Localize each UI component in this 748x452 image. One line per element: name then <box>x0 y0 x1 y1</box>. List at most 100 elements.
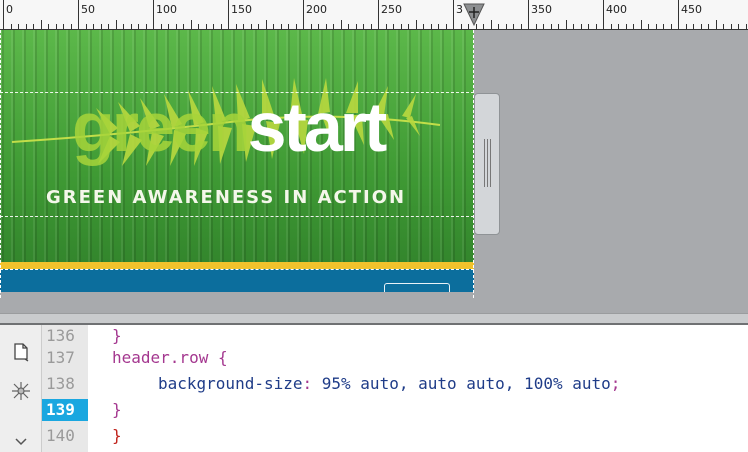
file-icon[interactable] <box>10 341 32 363</box>
line-number-gutter: 136 137 138 139 140 <box>42 325 88 452</box>
ruler-tick <box>558 24 559 29</box>
line-number: 140 <box>46 426 75 445</box>
design-view[interactable]: greenstart GREEN AWARENESS IN ACTION <box>0 30 748 313</box>
closing-brace: } <box>112 426 122 445</box>
ruler-tick <box>438 24 439 29</box>
ruler-tick <box>536 24 537 29</box>
ruler-tick <box>348 24 349 29</box>
code-line-139[interactable]: } <box>112 399 122 421</box>
css-selector: header.row <box>112 348 209 367</box>
ruler-tick <box>93 24 94 29</box>
ruler-tick <box>191 20 192 29</box>
tagline: GREEN AWARENESS IN ACTION <box>46 187 407 208</box>
ruler-tick <box>206 24 207 29</box>
ruler-tick <box>341 20 342 29</box>
ruler-tick <box>183 24 184 29</box>
navigation-bar[interactable] <box>0 269 474 292</box>
code-toolbar <box>0 325 42 452</box>
ruler-tick <box>543 24 544 29</box>
code-line-137[interactable]: header.row { <box>112 347 228 369</box>
ruler-label: 400 <box>606 3 627 16</box>
ruler-label: 0 <box>6 3 13 16</box>
line-number: 137 <box>46 348 75 367</box>
ruler-tick <box>723 24 724 29</box>
ruler-tick <box>498 24 499 29</box>
ruler-tick <box>86 24 87 29</box>
ruler-tick <box>161 24 162 29</box>
ruler-tick <box>701 24 702 29</box>
code-line-140[interactable]: } <box>112 425 122 447</box>
ruler-tick <box>243 24 244 29</box>
ruler-tick <box>78 0 79 29</box>
ruler-tick <box>588 24 589 29</box>
ruler-tick <box>596 24 597 29</box>
ruler-tick <box>648 24 649 29</box>
ruler-tick <box>41 20 42 29</box>
ruler-tick <box>356 24 357 29</box>
ruler-tick <box>446 24 447 29</box>
ruler-tick <box>408 24 409 29</box>
ruler-tick <box>678 0 679 29</box>
ruler-tick <box>618 24 619 29</box>
ruler-position-marker-icon[interactable] <box>463 3 485 27</box>
css-property: background-size <box>158 374 303 393</box>
ruler-tick <box>101 24 102 29</box>
ruler-label: 250 <box>381 3 402 16</box>
code-line-136[interactable]: } <box>112 325 122 347</box>
ruler-tick <box>686 24 687 29</box>
ruler-tick <box>258 24 259 29</box>
ruler-tick <box>71 24 72 29</box>
horizontal-ruler[interactable]: 0 50 100 150 200 250 3 350 400 450 <box>0 0 748 30</box>
greenstart-logo: greenstart <box>72 92 387 162</box>
ruler-tick <box>236 24 237 29</box>
ruler-tick <box>326 24 327 29</box>
page-canvas[interactable]: greenstart GREEN AWARENESS IN ACTION <box>0 30 476 298</box>
ruler-tick <box>108 24 109 29</box>
logo-green-text: green <box>72 88 251 166</box>
ruler-tick <box>311 24 312 29</box>
ruler-label: 50 <box>81 3 95 16</box>
resize-handle[interactable] <box>474 93 500 235</box>
ruler-tick <box>738 24 739 29</box>
chevron-down-icon[interactable] <box>10 435 32 449</box>
opening-brace: { <box>208 348 228 367</box>
line-number-active: 139 <box>42 399 88 421</box>
ruler-tick <box>551 24 552 29</box>
ruler-tick <box>378 0 379 29</box>
ruler-tick <box>288 24 289 29</box>
logo-start-text: start <box>247 88 388 166</box>
header-banner[interactable]: greenstart GREEN AWARENESS IN ACTION <box>0 30 474 292</box>
ruler-tick <box>26 24 27 29</box>
code-view[interactable]: 136 137 138 139 140 } header.row { backg… <box>0 325 748 452</box>
ruler-tick <box>521 24 522 29</box>
grip-line <box>484 139 485 187</box>
ruler-tick <box>221 24 222 29</box>
ruler-tick <box>611 24 612 29</box>
ruler-tick <box>303 0 304 29</box>
closing-brace: } <box>112 326 122 345</box>
ruler-tick <box>573 24 574 29</box>
ruler-tick <box>626 24 627 29</box>
ruler-tick <box>393 24 394 29</box>
ruler-tick <box>513 24 514 29</box>
ruler-tick <box>48 24 49 29</box>
dom-tree-icon[interactable] <box>10 380 32 402</box>
ruler-label: 100 <box>156 3 177 16</box>
ruler-tick <box>281 24 282 29</box>
ruler-tick <box>506 24 507 29</box>
split-view-divider[interactable] <box>0 313 748 325</box>
ruler-tick <box>251 24 252 29</box>
ruler-tick <box>746 24 747 29</box>
ruler-tick <box>716 20 717 29</box>
ruler-tick <box>333 24 334 29</box>
closing-brace: } <box>112 400 122 419</box>
ruler-tick <box>566 20 567 29</box>
ruler-tick <box>146 24 147 29</box>
ruler-tick <box>581 24 582 29</box>
code-line-138[interactable]: background-size: 95% auto, auto auto, 10… <box>158 373 620 395</box>
ruler-tick <box>731 24 732 29</box>
ruler-tick <box>663 24 664 29</box>
search-box[interactable] <box>384 283 450 292</box>
ruler-tick <box>416 20 417 29</box>
ruler-tick <box>693 24 694 29</box>
